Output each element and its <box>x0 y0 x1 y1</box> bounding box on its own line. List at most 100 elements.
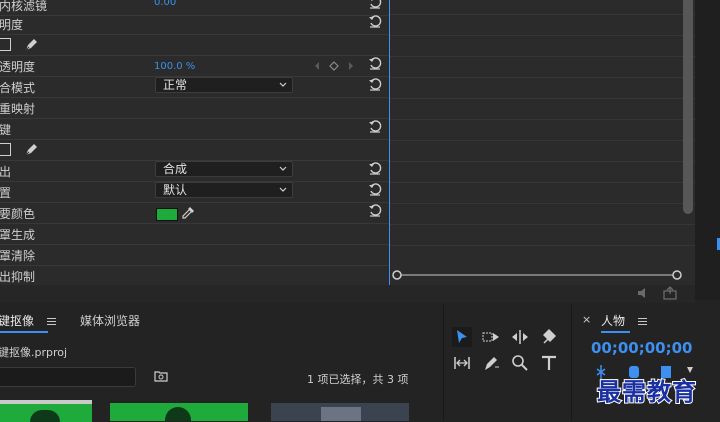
reset-icon[interactable] <box>368 203 382 217</box>
row-label: 透明度 <box>0 60 36 74</box>
divider <box>390 98 696 99</box>
track-select-tool-icon[interactable] <box>481 327 501 347</box>
vertical-scrollbar[interactable] <box>683 0 693 214</box>
reset-icon[interactable] <box>368 119 382 133</box>
dropdown-value: 默认 <box>163 183 188 197</box>
slip-tool-icon[interactable] <box>452 353 472 373</box>
clip-thumbnail[interactable] <box>271 403 409 421</box>
watermark-text: 最需教育 <box>596 376 697 407</box>
opacity-value[interactable]: 100.0 % <box>154 61 195 72</box>
row-value[interactable]: 0.00 <box>154 0 176 8</box>
dropdown-value: 合成 <box>163 162 188 176</box>
effect-row-setting: 置 默认 <box>0 181 389 203</box>
divider <box>390 35 696 36</box>
row-label: 出抑制 <box>0 270 36 284</box>
mask-tools-row <box>0 139 389 161</box>
divider <box>390 161 696 162</box>
thumbnail-subject <box>30 410 60 422</box>
clip-thumbnail[interactable] <box>110 403 248 421</box>
key-color-swatch[interactable] <box>156 208 178 221</box>
export-icon[interactable] <box>662 286 678 300</box>
effect-controls-footer <box>0 285 695 303</box>
row-label: 内核滤镜 <box>0 0 48 13</box>
pen-mask-icon[interactable] <box>23 37 39 53</box>
effect-timeline-area <box>389 0 696 285</box>
chevron-down-icon <box>279 187 287 192</box>
row-label: 键 <box>0 123 12 137</box>
row-label: 置 <box>0 186 12 200</box>
tools-panel <box>443 305 572 421</box>
blend-mode-dropdown[interactable]: 正常 <box>155 77 293 93</box>
effect-controls-panel: 内核滤镜 0.00 明度 透明度 100.0 % 合模式 正常 重映射 键 出 … <box>0 0 389 285</box>
audio-icon[interactable] <box>636 286 652 300</box>
row-label: 明度 <box>0 18 24 32</box>
ellipse-mask-icon[interactable] <box>0 38 11 51</box>
mask-tools-row <box>0 34 389 56</box>
reset-icon[interactable] <box>368 0 382 9</box>
effect-row: 出抑制 <box>0 265 389 286</box>
output-dropdown[interactable]: 合成 <box>155 161 293 177</box>
chevron-down-icon <box>279 166 287 171</box>
clip-thumbnail[interactable] <box>0 400 92 422</box>
row-label: 合模式 <box>0 81 36 95</box>
dropdown-value: 正常 <box>163 78 188 92</box>
row-label: 要颜色 <box>0 207 36 221</box>
effect-row-opacity: 透明度 100.0 % <box>0 55 389 77</box>
divider <box>390 140 696 141</box>
selection-status: 1 项已选择，共 3 项 <box>307 373 409 386</box>
thumbnail-subject <box>321 407 361 421</box>
effect-row: 键 <box>0 118 389 140</box>
divider <box>390 14 696 15</box>
reset-icon[interactable] <box>368 14 382 28</box>
horizontal-scrollbar[interactable] <box>392 270 682 280</box>
effect-row-output: 出 合成 <box>0 160 389 182</box>
divider <box>390 119 696 120</box>
reset-icon[interactable] <box>368 56 382 70</box>
pen-tool-icon[interactable] <box>481 353 501 373</box>
ellipse-mask-icon[interactable] <box>0 143 11 156</box>
divider <box>390 245 696 246</box>
panel-menu-icon[interactable] <box>47 316 56 327</box>
tab-sequence[interactable]: 人物 <box>601 312 625 329</box>
reset-icon[interactable] <box>368 77 382 91</box>
effect-row-key-color: 要颜色 <box>0 202 389 224</box>
type-tool-icon[interactable] <box>539 353 559 373</box>
razor-tool-icon[interactable] <box>539 327 559 347</box>
divider <box>390 224 696 225</box>
close-icon[interactable]: × <box>582 313 591 326</box>
reset-icon[interactable] <box>368 161 382 175</box>
effect-row-blend: 合模式 正常 <box>0 76 389 98</box>
panel-menu-icon[interactable] <box>638 316 647 327</box>
row-label: 罩生成 <box>0 228 36 242</box>
effect-row: 重映射 <box>0 97 389 119</box>
project-file-name: 键抠像.prproj <box>0 346 68 359</box>
row-label: 出 <box>0 165 12 179</box>
new-search-bin-icon[interactable] <box>154 370 168 382</box>
row-label: 重映射 <box>0 102 36 116</box>
divider <box>390 56 696 57</box>
pen-mask-icon[interactable] <box>23 142 39 158</box>
effect-row: 罩生成 <box>0 223 389 245</box>
effect-row: 罩清除 <box>0 244 389 266</box>
reset-icon[interactable] <box>368 182 382 196</box>
effect-row: 明度 <box>0 13 389 35</box>
zoom-tool-icon[interactable] <box>510 353 530 373</box>
timecode-display[interactable]: 00;00;00;00 <box>591 339 693 357</box>
eyedropper-icon[interactable] <box>180 205 196 221</box>
active-tab-indicator <box>601 331 630 333</box>
setting-dropdown[interactable]: 默认 <box>155 182 293 198</box>
ripple-edit-tool-icon[interactable] <box>510 327 530 347</box>
divider <box>390 203 696 204</box>
chevron-down-icon <box>279 82 287 87</box>
selection-tool-icon[interactable] <box>452 327 472 347</box>
thumbnail-subject <box>165 407 191 421</box>
program-monitor-edge <box>695 0 720 300</box>
search-input[interactable] <box>0 367 136 387</box>
keyframe-nav[interactable] <box>313 61 355 71</box>
active-tab-indicator <box>0 331 48 333</box>
tab-project[interactable]: 键抠像 <box>0 312 34 329</box>
row-label: 罩清除 <box>0 249 36 263</box>
tab-media-browser[interactable]: 媒体浏览器 <box>80 312 140 329</box>
divider <box>390 182 696 183</box>
divider <box>390 77 696 78</box>
